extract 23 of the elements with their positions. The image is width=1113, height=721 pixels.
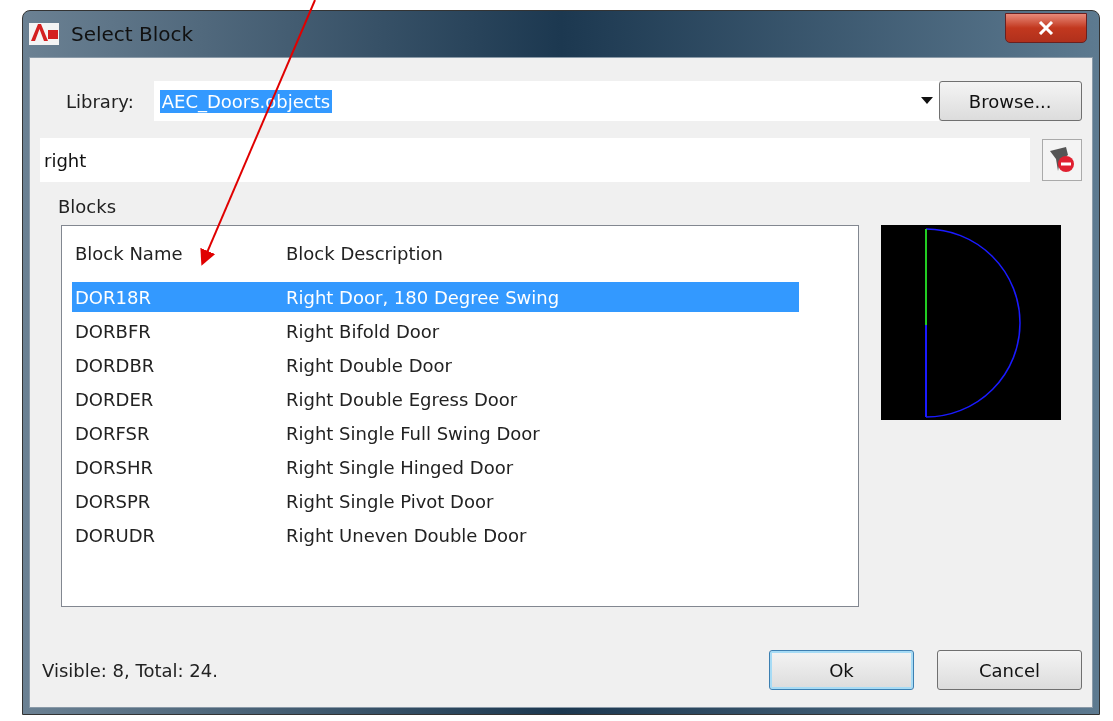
- block-row[interactable]: DORFSR Right Single Full Swing Door: [72, 418, 799, 448]
- close-button[interactable]: [1005, 13, 1087, 43]
- caret-icon: [920, 97, 933, 105]
- column-header[interactable]: Block Description: [286, 242, 858, 264]
- block-row[interactable]: DORSPR Right Single Pivot Door: [72, 486, 799, 516]
- column-header[interactable]: Block Name: [72, 242, 286, 264]
- funnel-remove-icon: [1048, 145, 1076, 175]
- filter-clear-button[interactable]: [1042, 139, 1082, 181]
- block-row[interactable]: DORBFR Right Bifold Door: [72, 316, 799, 346]
- search-field[interactable]: right: [40, 138, 1030, 182]
- close-icon: [1038, 21, 1054, 35]
- block-row[interactable]: DORUDR Right Uneven Double Door: [72, 520, 799, 550]
- block-row[interactable]: DORSHR Right Single Hinged Door: [72, 452, 799, 482]
- blocks-label: Blocks: [58, 196, 118, 217]
- library-label: Library:: [66, 90, 134, 112]
- cancel-button[interactable]: Cancel: [937, 650, 1082, 690]
- status-text: Visible: 8, Total: 24.: [42, 659, 218, 681]
- app-logo-icon: [29, 21, 59, 47]
- block-row[interactable]: DORDBR Right Double Door: [72, 350, 799, 380]
- window-title: Select Block: [71, 22, 194, 46]
- ok-button[interactable]: Ok: [769, 650, 914, 690]
- browse-button[interactable]: Browse...: [938, 81, 1082, 121]
- block-row[interactable]: DORDER Right Double Egress Door: [72, 384, 799, 414]
